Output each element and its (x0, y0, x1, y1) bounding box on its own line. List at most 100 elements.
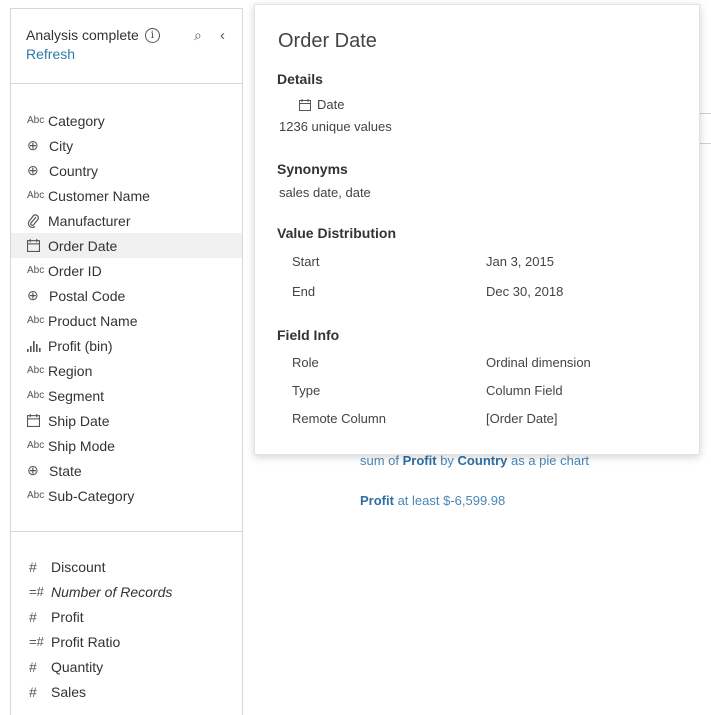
calendar-icon (299, 98, 311, 111)
unique-values: 1236 unique values (279, 119, 392, 134)
analysis-status: Analysis complete (26, 27, 139, 43)
calendar-icon (27, 414, 48, 427)
popup-title: Order Date (278, 30, 377, 52)
field-ship-date[interactable]: Ship Date (11, 408, 242, 433)
field-profit-ratio[interactable]: =# Profit Ratio (11, 629, 242, 654)
field-label: Order ID (48, 262, 102, 279)
globe-icon: ⊕ (27, 287, 39, 303)
abc-icon: Abc (27, 390, 45, 401)
abc-icon: Abc (27, 190, 45, 201)
field-order-date[interactable]: Order Date (11, 233, 242, 258)
abc-icon: Abc (27, 440, 45, 451)
field-label: Ship Date (48, 412, 110, 429)
field-label: Profit (51, 608, 84, 625)
field-number-of-records[interactable]: =# Number of Records (11, 579, 242, 604)
field-customer-name[interactable]: Abc Customer Name (11, 183, 242, 208)
divider (11, 531, 242, 532)
calculated-number-icon: =# (29, 584, 44, 599)
details-heading: Details (277, 71, 323, 87)
field-label: Manufacturer (48, 212, 131, 229)
field-sub-category[interactable]: Abc Sub-Category (11, 483, 242, 508)
field-label: Discount (51, 558, 106, 575)
info-value: Column Field (486, 383, 563, 398)
info-label: Role (292, 355, 319, 370)
field-manufacturer[interactable]: Manufacturer (11, 208, 242, 233)
field-ship-mode[interactable]: Abc Ship Mode (11, 433, 242, 458)
suggestion-field: Profit (360, 493, 394, 508)
field-label: Ship Mode (48, 437, 115, 454)
field-info-heading: Field Info (277, 327, 340, 343)
field-label: Postal Code (49, 287, 126, 304)
suggestion-text: sum of (360, 453, 403, 468)
suggestion-pie-chart[interactable]: sum of Profit by Country as a pie chart (360, 453, 589, 468)
pane-header: Analysis complete i ⌕ ‹ Refresh (26, 27, 234, 71)
field-city[interactable]: ⊕ City (11, 133, 242, 158)
status-row: Analysis complete i (26, 27, 234, 43)
info-label: Type (292, 383, 321, 398)
data-type: Date (299, 97, 344, 112)
field-label: Sub-Category (48, 487, 135, 504)
field-profit-bin[interactable]: Profit (bin) (11, 333, 242, 358)
info-value: Ordinal dimension (486, 355, 591, 370)
calculated-number-icon: =# (29, 634, 44, 649)
field-country[interactable]: ⊕ Country (11, 158, 242, 183)
info-icon[interactable]: i (144, 27, 160, 43)
info-value: [Order Date] (486, 411, 558, 426)
globe-icon: ⊕ (27, 137, 39, 153)
suggestion-text: as a pie chart (507, 453, 590, 468)
dist-label: End (292, 284, 316, 299)
synonyms-heading: Synonyms (277, 161, 348, 177)
suggestion-field: Profit (402, 453, 437, 468)
field-state[interactable]: ⊕ State (11, 458, 242, 483)
divider (11, 83, 242, 84)
abc-icon: Abc (27, 365, 45, 376)
field-postal-code[interactable]: ⊕ Postal Code (11, 283, 242, 308)
field-label: Quantity (51, 658, 104, 675)
abc-icon: Abc (27, 315, 45, 326)
search-icon[interactable]: ⌕ (194, 27, 202, 44)
collapse-icon[interactable]: ‹ (220, 27, 225, 44)
field-discount[interactable]: # Discount (11, 554, 242, 579)
field-sales[interactable]: # Sales (11, 679, 242, 704)
synonyms-text: sales date, date (279, 185, 371, 200)
suggestion-profit-filter[interactable]: Profit at least $-6,599.98 (360, 493, 505, 508)
histogram-icon (27, 340, 48, 352)
globe-icon: ⊕ (27, 462, 39, 478)
field-label: Profit Ratio (51, 633, 121, 650)
field-order-id[interactable]: Abc Order ID (11, 258, 242, 283)
suggestion-text: by (436, 453, 458, 468)
distribution-heading: Value Distribution (277, 225, 397, 241)
field-segment[interactable]: Abc Segment (11, 383, 242, 408)
dist-value: Jan 3, 2015 (486, 254, 554, 269)
field-label: Product Name (48, 312, 138, 329)
field-label: Sales (51, 683, 87, 700)
field-profit[interactable]: # Profit (11, 604, 242, 629)
field-category[interactable]: Abc Category (11, 108, 242, 133)
field-label: Category (48, 112, 105, 129)
number-icon: # (29, 558, 37, 575)
measure-list: # Discount =# Number of Records # Profit =# Pro… (11, 554, 242, 704)
suggestion-text: at least $-6,599.98 (393, 493, 506, 508)
dimension-list: Abc Category ⊕ City ⊕ Country Abc Customer Name… (11, 108, 242, 508)
field-region[interactable]: Abc Region (11, 358, 242, 383)
data-type-label: Date (317, 97, 345, 112)
refresh-link[interactable]: Refresh (26, 46, 75, 62)
suggestion-field: Country (457, 453, 508, 468)
field-label: Customer Name (48, 187, 150, 204)
field-quantity[interactable]: # Quantity (11, 654, 242, 679)
number-icon: # (29, 608, 37, 625)
field-label: Region (48, 362, 93, 379)
field-label: Country (49, 162, 99, 179)
abc-icon: Abc (27, 115, 45, 126)
number-icon: # (29, 683, 37, 700)
globe-icon: ⊕ (27, 162, 39, 178)
field-label: Segment (48, 387, 105, 404)
field-product-name[interactable]: Abc Product Name (11, 308, 242, 333)
field-details-popup: Order Date Details Date 1236 unique valu… (254, 4, 700, 455)
field-label: City (49, 137, 74, 154)
paperclip-icon (27, 213, 48, 228)
calendar-icon (27, 239, 48, 252)
dist-value: Dec 30, 2018 (486, 284, 564, 299)
data-pane: Analysis complete i ⌕ ‹ Refresh Abc Categ… (10, 8, 243, 715)
abc-icon: Abc (27, 490, 45, 501)
